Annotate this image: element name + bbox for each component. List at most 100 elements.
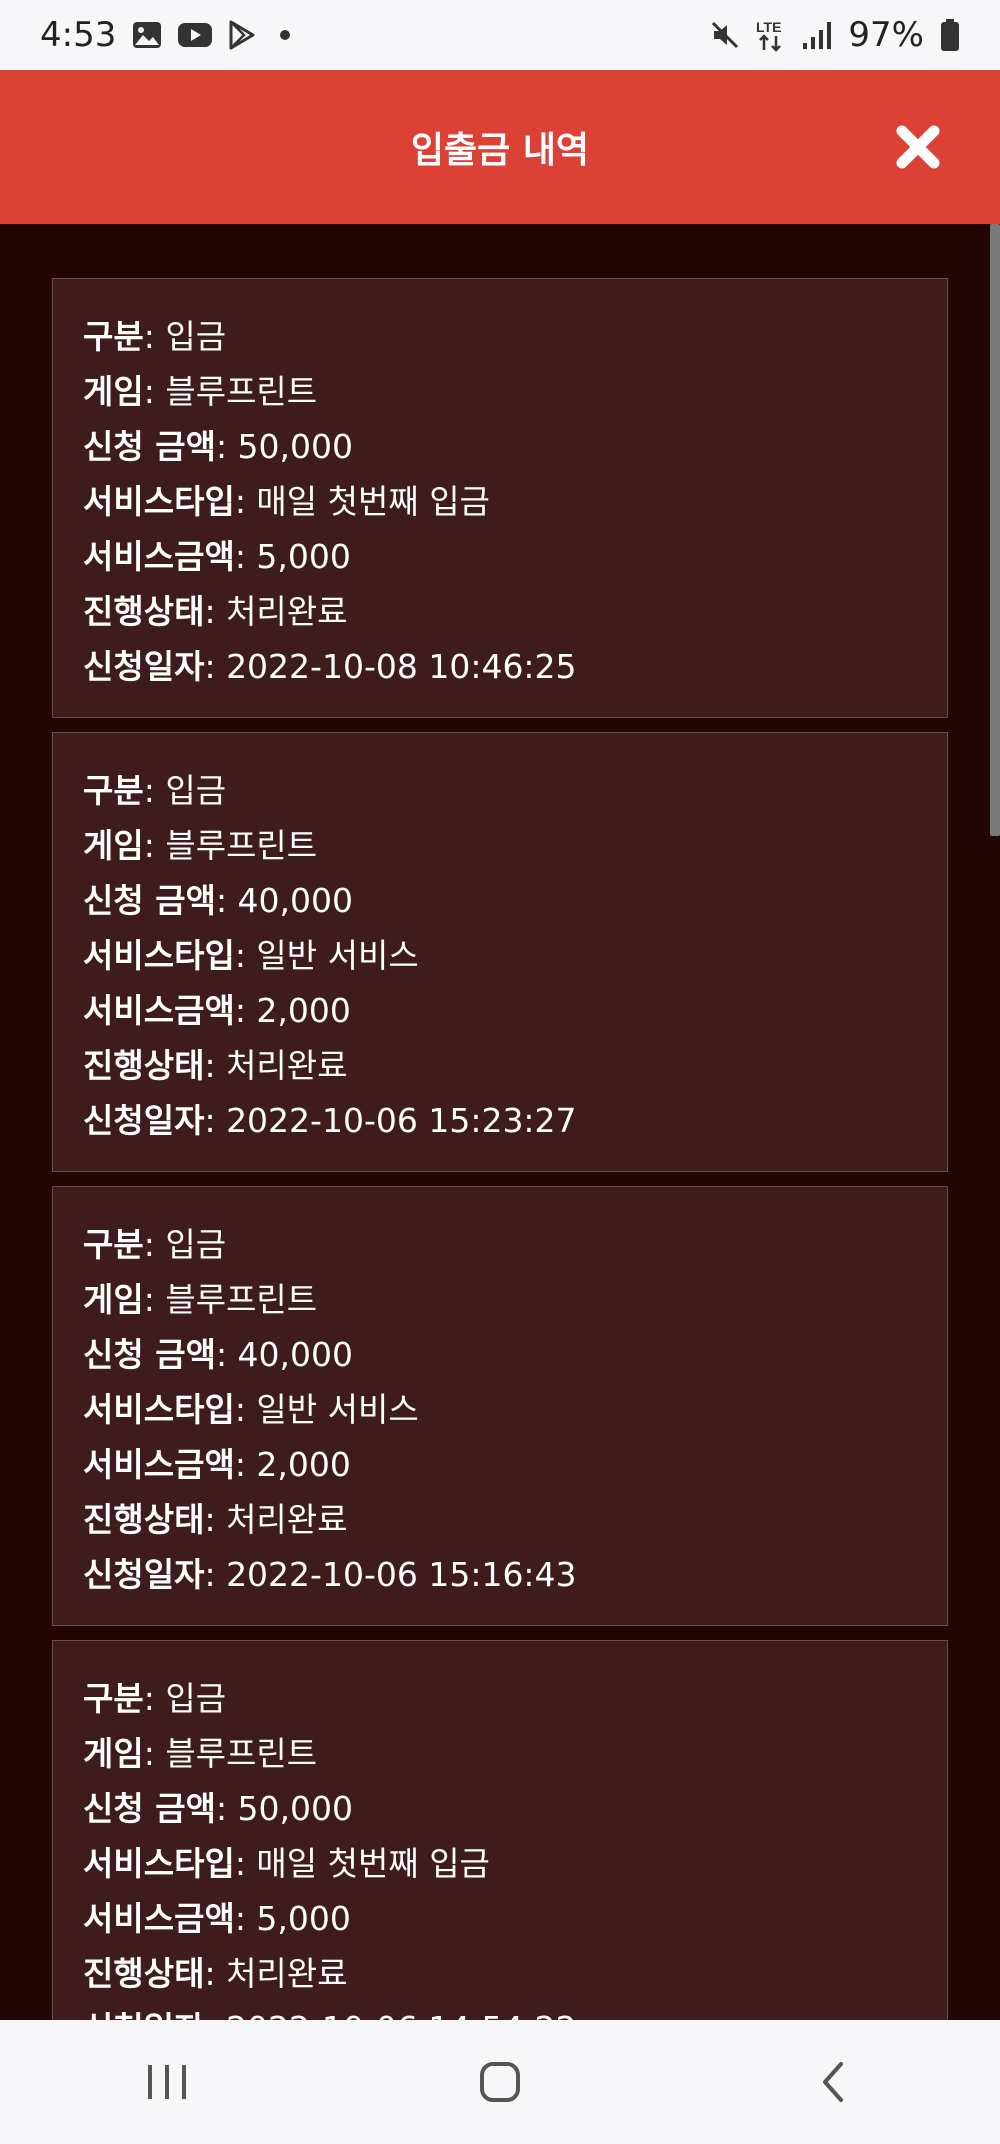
gallery-icon bbox=[132, 21, 162, 49]
label-amount: 신청 금액 bbox=[83, 1335, 216, 1374]
value-service-amount: 5,000 bbox=[256, 537, 351, 576]
label-date: 신청일자 bbox=[83, 647, 205, 686]
value-type: 입금 bbox=[165, 1679, 227, 1718]
value-date: 2022-10-08 10:46:25 bbox=[226, 647, 577, 686]
play-store-icon bbox=[228, 20, 256, 50]
lte-icon: LTE bbox=[756, 18, 786, 52]
value-service-type: 일반 서비스 bbox=[256, 936, 419, 975]
recent-apps-button[interactable] bbox=[107, 2042, 227, 2122]
value-type: 입금 bbox=[165, 1225, 227, 1264]
value-service-type: 매일 첫번째 입금 bbox=[256, 1844, 490, 1883]
label-game: 게임 bbox=[83, 372, 144, 411]
value-amount: 50,000 bbox=[237, 1789, 354, 1828]
row-amount: 신청 금액: 50,000 bbox=[83, 1789, 354, 1828]
value-service-type: 일반 서비스 bbox=[256, 1390, 419, 1429]
row-status: 진행상태: 처리완료 bbox=[83, 592, 348, 631]
value-status: 처리완료 bbox=[226, 1500, 348, 1539]
battery-icon bbox=[940, 19, 960, 51]
value-game: 블루프린트 bbox=[165, 1734, 318, 1773]
value-service-amount: 2,000 bbox=[256, 991, 351, 1030]
status-right: LTE 97% bbox=[710, 15, 960, 55]
notification-dot bbox=[280, 30, 291, 40]
history-card: 구분: 입금 게임: 블루프린트 신청 금액: 50,000 서비스타입: 매일… bbox=[52, 278, 948, 718]
youtube-icon bbox=[178, 22, 213, 48]
label-type: 구분 bbox=[83, 317, 144, 356]
value-service-amount: 2,000 bbox=[256, 1445, 351, 1484]
label-amount: 신청 금액 bbox=[83, 1789, 216, 1828]
row-amount: 신청 금액: 50,000 bbox=[83, 427, 354, 466]
label-status: 진행상태 bbox=[83, 592, 205, 631]
battery-percent: 97% bbox=[848, 15, 924, 55]
status-time: 4:53 bbox=[40, 15, 117, 55]
row-status: 진행상태: 처리완료 bbox=[83, 1046, 348, 1085]
row-service-type: 서비스타입: 일반 서비스 bbox=[83, 936, 419, 975]
label-game: 게임 bbox=[83, 1280, 144, 1319]
row-date: 신청일자: 2022-10-06 15:16:43 bbox=[83, 1555, 577, 1594]
status-bar: 4:53 LTE 97% bbox=[0, 0, 1000, 70]
row-date: 신청일자: 2022-10-06 15:23:27 bbox=[83, 1101, 577, 1140]
scrollbar[interactable] bbox=[990, 224, 1000, 836]
value-amount: 50,000 bbox=[237, 427, 354, 466]
recent-apps-icon bbox=[147, 2065, 186, 2099]
label-status: 진행상태 bbox=[83, 1954, 205, 1993]
value-date: 2022-10-06 15:16:43 bbox=[226, 1555, 577, 1594]
back-button[interactable] bbox=[773, 2042, 893, 2122]
close-button[interactable] bbox=[892, 121, 944, 173]
label-type: 구분 bbox=[83, 1679, 144, 1718]
row-status: 진행상태: 처리완료 bbox=[83, 1500, 348, 1539]
value-status: 처리완료 bbox=[226, 1954, 348, 1993]
value-game: 블루프린트 bbox=[165, 826, 318, 865]
page-title: 입출금 내역 bbox=[410, 130, 590, 171]
row-type: 구분: 입금 bbox=[83, 1225, 227, 1264]
label-game: 게임 bbox=[83, 826, 144, 865]
row-service-type: 서비스타입: 매일 첫번째 입금 bbox=[83, 482, 490, 521]
value-date: 2022-10-06 15:23:27 bbox=[226, 1101, 577, 1140]
row-service-amount: 서비스금액: 2,000 bbox=[83, 991, 351, 1030]
back-icon bbox=[823, 2062, 844, 2102]
signal-icon bbox=[802, 21, 832, 49]
row-game: 게임: 블루프린트 bbox=[83, 1734, 318, 1773]
label-amount: 신청 금액 bbox=[83, 427, 216, 466]
value-game: 블루프린트 bbox=[165, 372, 318, 411]
history-list[interactable]: 구분: 입금 게임: 블루프린트 신청 금액: 50,000 서비스타입: 매일… bbox=[0, 224, 1000, 2020]
row-type: 구분: 입금 bbox=[83, 771, 227, 810]
row-game: 게임: 블루프린트 bbox=[83, 826, 318, 865]
history-card: 구분: 입금 게임: 블루프린트 신청 금액: 40,000 서비스타입: 일반… bbox=[52, 1186, 948, 1626]
system-nav-bar bbox=[0, 2020, 1000, 2144]
home-icon bbox=[479, 2062, 520, 2102]
history-card: 구분: 입금 게임: 블루프린트 신청 금액: 40,000 서비스타입: 일반… bbox=[52, 732, 948, 1172]
history-card: 구분: 입금 게임: 블루프린트 신청 금액: 50,000 서비스타입: 매일… bbox=[52, 1640, 948, 2020]
label-service-amount: 서비스금액 bbox=[83, 1899, 235, 1938]
label-status: 진행상태 bbox=[83, 1046, 205, 1085]
row-service-type: 서비스타입: 매일 첫번째 입금 bbox=[83, 1844, 490, 1883]
label-status: 진행상태 bbox=[83, 1500, 205, 1539]
row-game: 게임: 블루프린트 bbox=[83, 1280, 318, 1319]
row-type: 구분: 입금 bbox=[83, 1679, 227, 1718]
value-type: 입금 bbox=[165, 317, 227, 356]
row-service-type: 서비스타입: 일반 서비스 bbox=[83, 1390, 419, 1429]
row-date: 신청일자: 2022-10-08 10:46:25 bbox=[83, 647, 577, 686]
value-service-type: 매일 첫번째 입금 bbox=[256, 482, 490, 521]
close-icon bbox=[896, 125, 940, 169]
row-date: 신청일자: 2022-10-06 14:54:22 bbox=[83, 2001, 947, 2020]
row-status: 진행상태: 처리완료 bbox=[83, 1954, 348, 1993]
row-amount: 신청 금액: 40,000 bbox=[83, 1335, 354, 1374]
svg-text:LTE: LTE bbox=[756, 19, 781, 35]
row-service-amount: 서비스금액: 5,000 bbox=[83, 537, 351, 576]
value-amount: 40,000 bbox=[237, 881, 354, 920]
row-game: 게임: 블루프린트 bbox=[83, 372, 318, 411]
row-service-amount: 서비스금액: 5,000 bbox=[83, 1899, 351, 1938]
label-amount: 신청 금액 bbox=[83, 881, 216, 920]
label-type: 구분 bbox=[83, 1225, 144, 1264]
value-status: 처리완료 bbox=[226, 592, 348, 631]
label-type: 구분 bbox=[83, 771, 144, 810]
label-service-type: 서비스타입 bbox=[83, 1844, 235, 1883]
label-date: 신청일자 bbox=[83, 1101, 205, 1140]
mute-icon bbox=[710, 20, 740, 50]
app-header: 입출금 내역 bbox=[0, 70, 1000, 224]
label-service-amount: 서비스금액 bbox=[83, 1445, 235, 1484]
label-game: 게임 bbox=[83, 1734, 144, 1773]
row-service-amount: 서비스금액: 2,000 bbox=[83, 1445, 351, 1484]
home-button[interactable] bbox=[440, 2042, 560, 2122]
status-left: 4:53 bbox=[40, 15, 291, 55]
